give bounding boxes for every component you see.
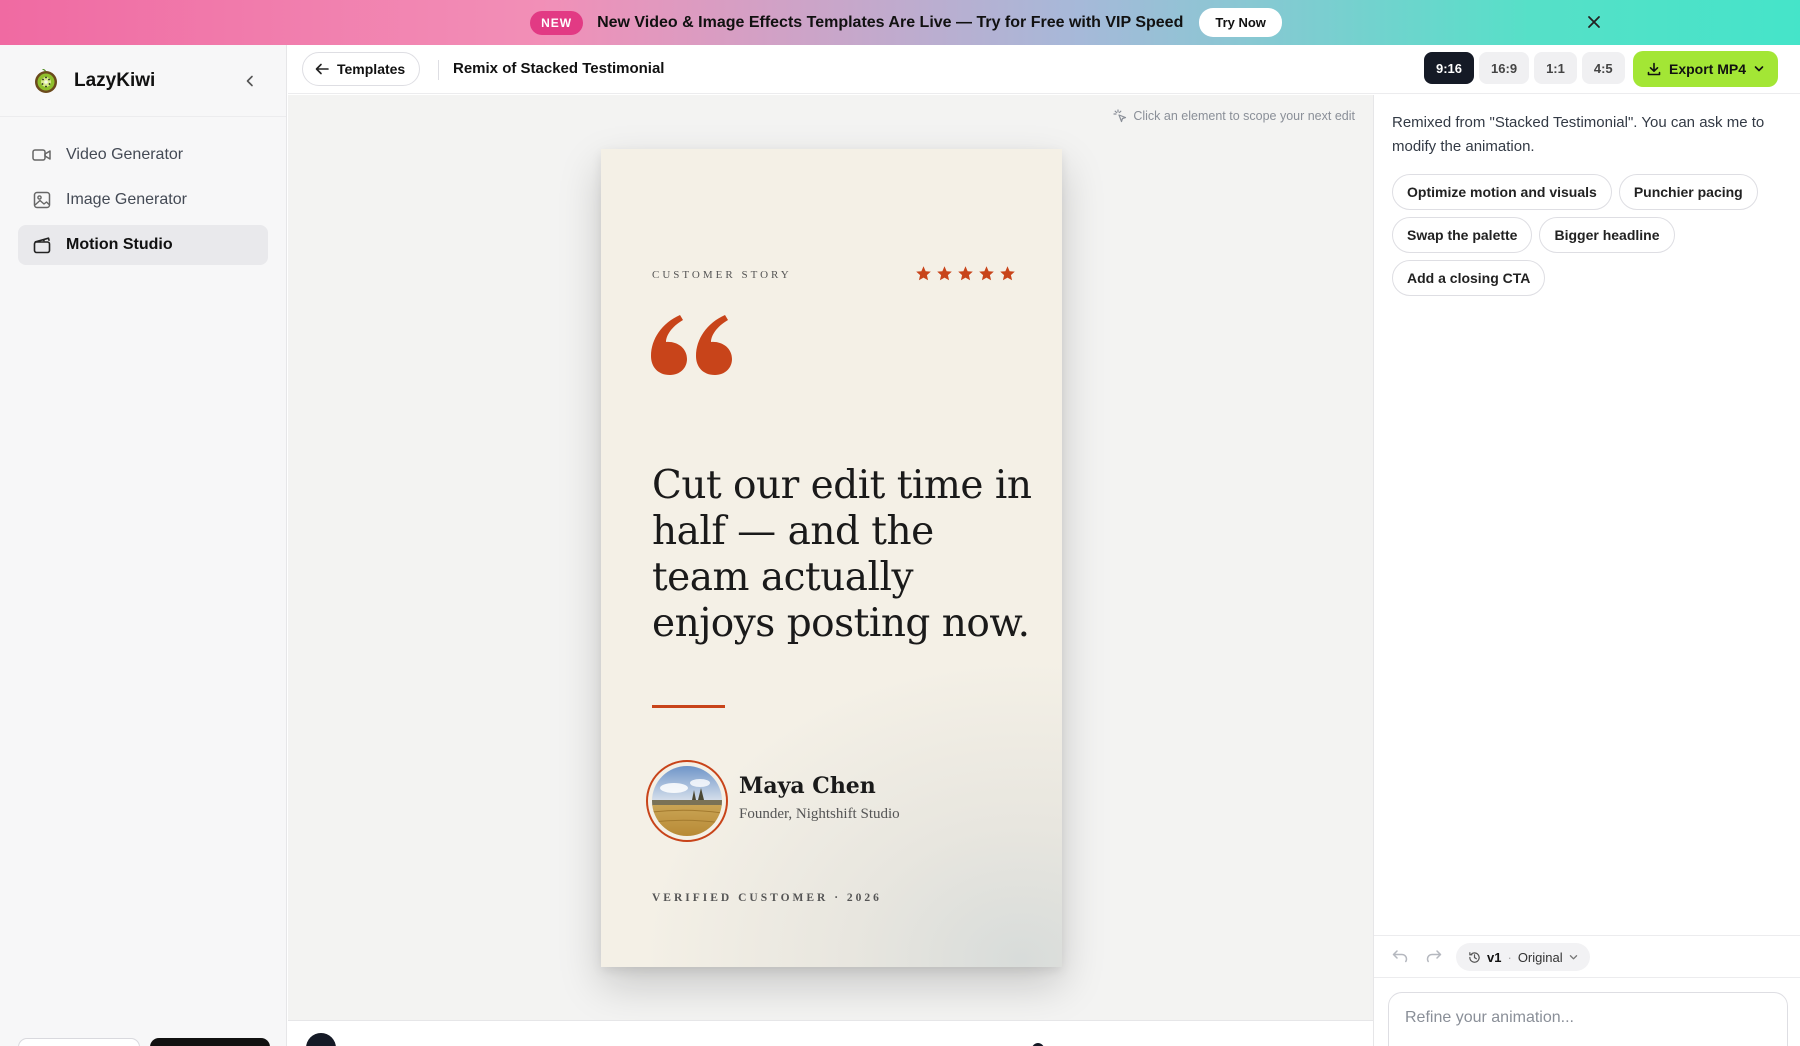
ratio-9-16[interactable]: 9:16	[1424, 52, 1475, 84]
assistant-message: Remixed from "Stacked Testimonial". You …	[1392, 114, 1765, 155]
redo-icon[interactable]	[1426, 949, 1442, 963]
ratio-4-5[interactable]: 4:5	[1581, 52, 1625, 84]
timeline	[288, 1020, 1373, 1046]
suggestion-chip[interactable]: Optimize motion and visuals	[1392, 174, 1612, 210]
avatar-photo	[652, 766, 722, 836]
star-icon	[958, 266, 973, 281]
person-role[interactable]: Founder, Nightshift Studio	[739, 806, 900, 823]
editor-header: Templates Remix of Stacked Testimonial 9…	[288, 45, 1800, 94]
star-icon	[937, 266, 952, 281]
download-icon	[1647, 62, 1661, 76]
promo-banner: NEW New Video & Image Effects Templates …	[0, 0, 1800, 45]
promo-text-main: New Video & Image Effects Templates Are …	[597, 13, 1106, 31]
sidebar: LazyKiwi Video Generator Image Generator…	[0, 45, 287, 1046]
cursor-click-icon	[1113, 109, 1127, 123]
collapse-sidebar-button[interactable]	[240, 71, 260, 91]
testimonial-quote[interactable]: Cut our edit time in half — and the team…	[652, 463, 1032, 647]
promo-banner-content: NEW New Video & Image Effects Templates …	[530, 8, 1282, 37]
chevron-left-icon	[246, 75, 253, 87]
testimonial-card[interactable]: CUSTOMER STORY Cut our edit time in half…	[601, 149, 1062, 967]
version-name: Original	[1517, 949, 1563, 965]
video-camera-icon	[32, 145, 52, 165]
export-mp4-button[interactable]: Export MP4	[1633, 51, 1779, 87]
chevron-down-icon	[1569, 954, 1577, 959]
promo-text: New Video & Image Effects Templates Are …	[597, 14, 1183, 32]
brand: LazyKiwi	[0, 45, 286, 117]
export-label: Export MP4	[1669, 61, 1747, 77]
suggestion-chip[interactable]: Add a closing CTA	[1392, 260, 1546, 296]
avatar[interactable]	[646, 760, 728, 842]
star-icon	[1000, 266, 1015, 281]
sidebar-item-label: Video Generator	[66, 146, 184, 163]
scope-hint: Click an element to scope your next edit	[1113, 109, 1355, 123]
suggestion-chip[interactable]: Punchier pacing	[1618, 174, 1758, 210]
sidebar-nav: Video Generator Image Generator Motion S…	[0, 117, 286, 265]
brand-name: LazyKiwi	[74, 69, 156, 91]
page-title: Remix of Stacked Testimonial	[453, 60, 665, 77]
star-rating[interactable]	[915, 265, 1016, 282]
sidebar-item-motion-studio[interactable]: Motion Studio	[18, 225, 268, 265]
ratio-1-1[interactable]: 1:1	[1534, 52, 1577, 84]
star-icon	[916, 266, 931, 281]
undo-icon[interactable]	[1392, 949, 1408, 963]
play-button[interactable]	[306, 1033, 336, 1046]
version-selector[interactable]: v1 · Original	[1456, 943, 1590, 971]
refine-input[interactable]	[1389, 993, 1787, 1043]
sidebar-bottom-button-primary[interactable]	[150, 1038, 270, 1046]
suggestion-chips: Optimize motion and visuals Punchier pac…	[1392, 174, 1792, 296]
sidebar-bottom-button-secondary[interactable]	[18, 1038, 140, 1046]
ratio-16-9[interactable]: 16:9	[1479, 52, 1530, 84]
promo-text-bold: VIP Speed	[1105, 13, 1184, 31]
version-history-bar: v1 · Original	[1374, 935, 1800, 978]
header-divider	[438, 60, 439, 80]
suggestion-chip[interactable]: Swap the palette	[1392, 217, 1533, 253]
back-to-templates-button[interactable]: Templates	[302, 52, 421, 86]
suggestion-chip[interactable]: Bigger headline	[1539, 217, 1675, 253]
kiwi-logo-icon	[35, 68, 57, 93]
sidebar-item-label: Motion Studio	[66, 236, 173, 253]
image-icon	[32, 190, 52, 210]
new-badge: NEW	[530, 10, 584, 35]
sidebar-item-image-generator[interactable]: Image Generator	[18, 180, 268, 220]
card-eyebrow[interactable]: CUSTOMER STORY	[652, 269, 792, 281]
chevron-down-icon	[1754, 66, 1764, 72]
quote-mark-icon[interactable]	[648, 309, 738, 379]
assistant-panel: Remixed from "Stacked Testimonial". You …	[1373, 95, 1800, 1046]
star-icon	[979, 266, 994, 281]
version-number: v1	[1487, 949, 1502, 965]
aspect-ratio-selector: 9:16 16:9 1:1 4:5	[1424, 52, 1625, 84]
accent-divider[interactable]	[652, 705, 725, 708]
sidebar-item-video-generator[interactable]: Video Generator	[18, 135, 268, 175]
version-separator: ·	[1507, 949, 1512, 965]
history-icon	[1469, 951, 1480, 963]
close-icon[interactable]	[1584, 12, 1604, 32]
try-now-button[interactable]: Try Now	[1199, 8, 1282, 37]
arrow-left-icon	[315, 63, 329, 75]
sidebar-item-label: Image Generator	[66, 191, 187, 208]
clapperboard-icon	[32, 235, 52, 255]
preview-canvas: Click an element to scope your next edit…	[288, 95, 1373, 1020]
card-footer[interactable]: VERIFIED CUSTOMER · 2026	[652, 892, 882, 904]
back-label: Templates	[337, 61, 406, 77]
refine-input-box	[1388, 992, 1788, 1046]
person-name[interactable]: Maya Chen	[739, 773, 876, 799]
scope-hint-text: Click an element to scope your next edit	[1133, 109, 1355, 123]
